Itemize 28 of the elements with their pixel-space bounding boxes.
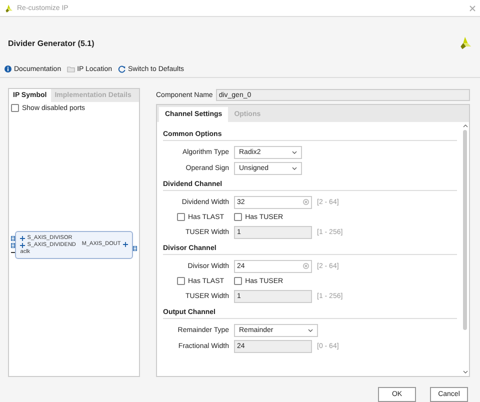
clear-icon[interactable] bbox=[303, 263, 309, 269]
scroll-up-icon[interactable] bbox=[462, 124, 468, 128]
bus-pin-icon bbox=[132, 246, 137, 250]
refresh-icon bbox=[118, 65, 126, 73]
folder-icon bbox=[67, 65, 76, 73]
checkbox[interactable] bbox=[11, 104, 19, 112]
plus-icon[interactable] bbox=[20, 236, 26, 240]
wire-pin-icon bbox=[11, 250, 16, 254]
chevron-down-icon bbox=[308, 328, 313, 332]
logo-icon bbox=[4, 4, 13, 12]
scrollbar-thumb[interactable] bbox=[463, 130, 467, 330]
scrollbar[interactable] bbox=[461, 122, 469, 376]
clear-icon[interactable] bbox=[303, 199, 309, 205]
checkbox[interactable] bbox=[234, 213, 242, 221]
dialog-title: Divider Generator (5.1) bbox=[8, 38, 96, 48]
checkbox[interactable] bbox=[177, 277, 185, 285]
bus-pin-icon bbox=[11, 236, 16, 240]
close-icon[interactable] bbox=[469, 4, 476, 12]
checkbox[interactable] bbox=[177, 213, 185, 221]
scroll-down-icon[interactable] bbox=[462, 370, 468, 374]
checkbox[interactable] bbox=[234, 277, 242, 285]
plus-icon[interactable] bbox=[20, 242, 26, 248]
bus-pin-icon bbox=[11, 242, 16, 248]
plus-icon[interactable] bbox=[122, 242, 128, 246]
chevron-down-icon bbox=[292, 150, 297, 154]
info-icon bbox=[4, 65, 12, 73]
logo-icon bbox=[458, 36, 472, 50]
chevron-down-icon bbox=[292, 166, 297, 170]
